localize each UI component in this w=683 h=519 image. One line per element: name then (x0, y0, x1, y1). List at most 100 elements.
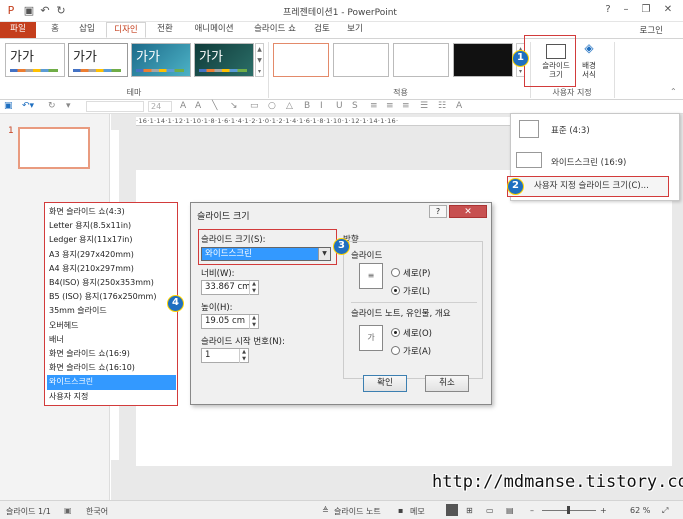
slideshow-view-icon[interactable]: ▤ (506, 506, 514, 515)
font-name-box[interactable] (86, 101, 144, 112)
slide-size-option[interactable]: 화면 슬라이드 쇼(16:10) (47, 361, 176, 375)
comments-icon[interactable]: ▪ (398, 506, 403, 515)
slide-size-option[interactable]: 배너 (47, 333, 176, 347)
notes-landscape-radio[interactable]: 가로(A) (391, 345, 431, 357)
theme-gallery-scroll[interactable]: ▲ ▼ ▾ (255, 43, 264, 77)
notes-toggle[interactable]: 슬라이드 노트 (334, 506, 381, 517)
grow-font-icon[interactable]: A (180, 101, 186, 111)
theme-office-2[interactable]: 가가 (68, 43, 128, 77)
increment-icon[interactable]: ▲ (239, 349, 248, 356)
width-input[interactable]: 33.867 cm ▲ ▼ (201, 280, 259, 295)
variant-1[interactable] (273, 43, 329, 77)
slide-size-option[interactable]: 오버헤드 (47, 319, 176, 333)
slide-size-option[interactable]: 사용자 지정 (47, 390, 176, 404)
decrement-icon[interactable]: ▼ (249, 288, 258, 295)
slide-size-option[interactable]: 35mm 슬라이드 (47, 304, 176, 318)
arrow-shape-icon[interactable]: ↘ (230, 101, 238, 111)
spell-check-icon[interactable]: ▣ (64, 506, 72, 515)
undo-small-icon[interactable]: ↶▾ (22, 101, 34, 111)
tab-slideshow[interactable]: 슬라이드 쇼 (246, 22, 304, 38)
slide-sorter-icon[interactable]: ⊞ (466, 506, 473, 515)
tab-home[interactable]: 홈 (42, 22, 68, 38)
numbering-icon[interactable]: ☷ (438, 101, 446, 111)
cancel-button[interactable]: 취소 (425, 375, 469, 392)
slides-portrait-radio[interactable]: 세로(P) (391, 267, 430, 279)
slide-size-option[interactable]: B4(ISO) 용지(250x353mm) (47, 276, 176, 290)
zoom-in-icon[interactable]: + (600, 506, 607, 515)
variant-3[interactable] (393, 43, 449, 77)
tab-review[interactable]: 검토 (308, 22, 336, 38)
zoom-level[interactable]: 62 % (630, 506, 650, 515)
help-button[interactable]: ? (600, 3, 616, 17)
slide-size-option[interactable]: Ledger 용지(11x17in) (47, 233, 176, 247)
variant-4[interactable] (453, 43, 513, 77)
dialog-close-button[interactable]: ✕ (449, 205, 487, 218)
align-right-icon[interactable]: ≡ (402, 101, 410, 111)
slide-size-option[interactable]: Letter 용지(8.5x11in) (47, 219, 176, 233)
decrement-icon[interactable]: ▼ (239, 356, 248, 363)
menu-item-widescreen[interactable]: 와이드스크린 (16:9) (551, 156, 626, 168)
theme-ion[interactable]: 가가 (194, 43, 254, 77)
tab-file[interactable]: 파일 (0, 22, 36, 38)
notes-portrait-radio[interactable]: 세로(O) (391, 327, 432, 339)
dialog-help-button[interactable]: ? (429, 205, 447, 218)
tab-view[interactable]: 보기 (340, 22, 370, 38)
tab-transitions[interactable]: 전환 (150, 22, 180, 38)
bullets-icon[interactable]: ☰ (420, 101, 428, 111)
increment-icon[interactable]: ▲ (249, 281, 258, 288)
tab-animations[interactable]: 애니메이션 (186, 22, 242, 38)
shrink-font-icon[interactable]: A (195, 101, 201, 111)
height-input[interactable]: 19.05 cm ▲ ▼ (201, 314, 259, 329)
notes-toggle-icon[interactable]: ≜ (322, 506, 329, 515)
line-shape-icon[interactable]: ╲ (212, 101, 217, 111)
save-icon[interactable]: ▣ (22, 4, 36, 18)
minimize-button[interactable]: – (618, 3, 634, 17)
decrement-icon[interactable]: ▼ (249, 322, 258, 329)
start-number-input[interactable]: 1 ▲ ▼ (201, 348, 249, 363)
close-button[interactable]: ✕ (660, 3, 676, 17)
bold-icon[interactable]: B (304, 101, 310, 111)
collapse-ribbon-icon[interactable]: ⌃ (670, 87, 677, 96)
shadow-icon[interactable]: S (352, 101, 358, 111)
variant-2[interactable] (333, 43, 389, 77)
comments-toggle[interactable]: 메모 (410, 506, 425, 517)
undo-icon[interactable]: ↶ (38, 4, 52, 18)
ok-button[interactable]: 확인 (363, 375, 407, 392)
slide-size-option[interactable]: A4 용지(210x297mm) (47, 262, 176, 276)
theme-office[interactable]: 가가 (5, 43, 65, 77)
increment-icon[interactable]: ▲ (249, 315, 258, 322)
theme-facet[interactable]: 가가 (131, 43, 191, 77)
slide-size-option[interactable]: 와이드스크린 (47, 375, 176, 390)
menu-item-standard[interactable]: 표준 (4:3) (551, 124, 590, 136)
sign-in-link[interactable]: 로그인 (640, 24, 663, 36)
redo-small-icon[interactable]: ↻ (48, 101, 56, 111)
zoom-slider-handle[interactable] (567, 506, 570, 514)
align-left-icon[interactable]: ≡ (370, 101, 378, 111)
align-center-icon[interactable]: ≡ (386, 101, 394, 111)
fit-to-window-icon[interactable]: ⤢ (662, 506, 668, 516)
language-indicator[interactable]: 한국어 (86, 506, 108, 517)
reading-view-icon[interactable]: ▭ (486, 506, 494, 515)
tab-design[interactable]: 디자인 (106, 22, 146, 38)
slide-size-option[interactable]: 화면 슬라이드 쇼(16:9) (47, 347, 176, 361)
normal-view-icon[interactable] (446, 504, 458, 516)
rectangle-shape-icon[interactable]: ▭ (250, 101, 259, 111)
custom-slide-size-menu-item[interactable]: 사용자 지정 슬라이드 크기(C)... (507, 176, 669, 197)
zoom-out-icon[interactable]: – (530, 506, 534, 515)
save-small-icon[interactable]: ▣ (4, 101, 13, 111)
restore-button[interactable]: ❐ (638, 3, 654, 17)
slide-size-option[interactable]: B5 (ISO) 용지(176x250mm) (47, 290, 176, 304)
italic-icon[interactable]: I (320, 101, 323, 111)
triangle-shape-icon[interactable]: △ (286, 101, 293, 111)
font-size-box[interactable]: 24 (148, 101, 172, 112)
underline-icon[interactable]: U (336, 101, 343, 111)
slide-size-option[interactable]: A3 용지(297x420mm) (47, 248, 176, 262)
oval-shape-icon[interactable]: ○ (268, 101, 276, 111)
slides-landscape-radio[interactable]: 가로(L) (391, 285, 430, 297)
format-background-button[interactable]: ◈ 배경 서식 (576, 41, 602, 85)
font-color-icon[interactable]: A (456, 101, 462, 111)
slide-thumbnail[interactable] (18, 127, 90, 169)
redo-icon[interactable]: ↻ (54, 4, 68, 18)
tab-insert[interactable]: 삽입 (72, 22, 102, 38)
customize-qat-icon[interactable]: ▾ (66, 101, 71, 111)
